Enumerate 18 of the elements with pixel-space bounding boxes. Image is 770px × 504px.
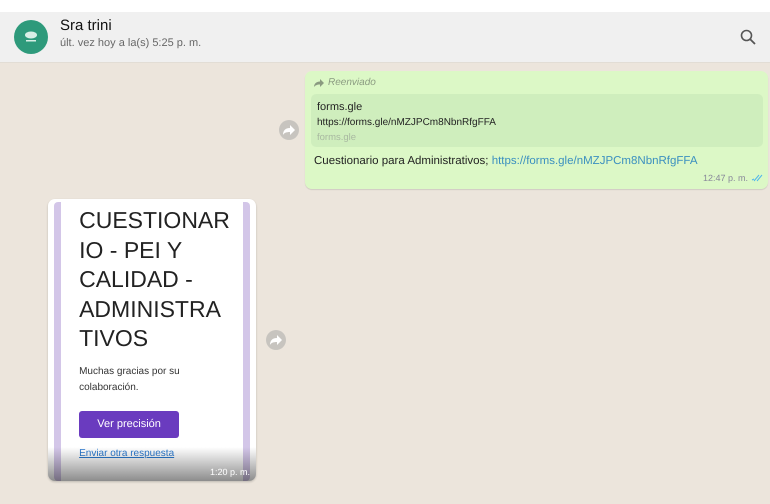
- message-time: 12:47 p. m.: [702, 173, 748, 183]
- thanks-text: Muchas gracias por su colaboración.: [79, 364, 181, 394]
- last-seen: últ. vez hoy a la(s) 5:25 p. m.: [60, 37, 202, 49]
- image-message[interactable]: CUESTIONAR IO - PEI Y CALIDAD - ADMINISTRA TIVOS Muchas gracias por su colaboración. Ver precisión Enviar otra respuesta 1:20 p. m.: [48, 199, 256, 481]
- message-time: 1:20 p. m.: [210, 467, 250, 477]
- form-title: CUESTIONAR IO - PEI Y CALIDAD - ADMINISTRA TIVOS: [79, 206, 230, 353]
- forward-icon[interactable]: [266, 330, 286, 350]
- send-another-link[interactable]: Enviar otra respuesta: [79, 448, 174, 458]
- contact-name: Sra trini: [60, 17, 113, 34]
- view-score-button[interactable]: Ver precisión: [79, 410, 180, 438]
- search-icon[interactable]: [740, 29, 756, 45]
- preview-url: https://forms.gle/nMZJPCm8NbnRfgFFA: [317, 117, 497, 128]
- message-text: Cuestionario para Administrativos; https://forms.gle/nMZJPCm8NbnRfgFFA: [314, 155, 698, 167]
- preview-title: forms.gle: [317, 101, 364, 113]
- forward-icon[interactable]: [279, 120, 299, 140]
- forward-arrow-icon: [314, 78, 324, 86]
- forwarded-label: Reenviado: [314, 77, 763, 88]
- contact-avatar[interactable]: [14, 20, 48, 54]
